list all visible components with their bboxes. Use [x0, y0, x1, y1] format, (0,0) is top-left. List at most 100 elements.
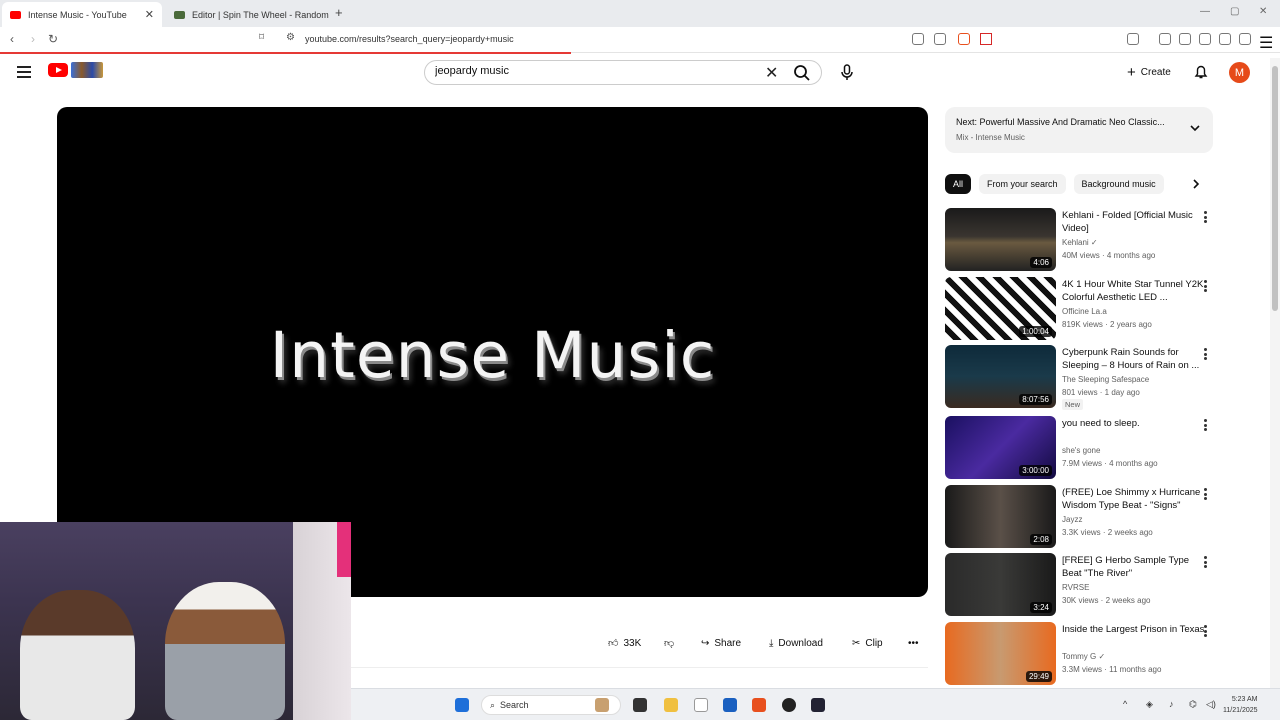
download-button[interactable]: ⤓ Download	[761, 631, 831, 655]
duration-badge: 2:08	[1030, 534, 1052, 545]
recommendation-item[interactable]: 3:00:00 you need to sleep. she's gone 7.9M …	[945, 416, 1220, 479]
address-bar[interactable]: youtube.com/results?search_query=jeopard…	[305, 34, 514, 44]
cast-icon[interactable]	[912, 33, 924, 45]
close-window-icon[interactable]: ✕	[1259, 6, 1267, 17]
bookmark-icon[interactable]: ⌑	[259, 32, 264, 43]
more-vertical-icon[interactable]	[1204, 280, 1208, 292]
video-thumbnail[interactable]: 3:24	[945, 553, 1056, 616]
site-info-icon[interactable]: ⚙	[286, 32, 295, 43]
wallet-icon[interactable]	[1199, 33, 1211, 45]
channel-name[interactable]: Kehlani ✓	[1062, 238, 1098, 247]
network-icon[interactable]: ⌬	[1189, 699, 1197, 710]
avatar[interactable]: M	[1229, 62, 1250, 83]
doodle-logo[interactable]	[71, 62, 103, 78]
more-vertical-icon[interactable]	[1204, 556, 1208, 568]
scrollbar-thumb[interactable]	[1272, 66, 1278, 311]
forward-icon[interactable]: ›	[31, 32, 35, 46]
video-title[interactable]: Cyberpunk Rain Sounds for Sleeping – 8 H…	[1062, 346, 1208, 372]
channel-name[interactable]: RVRSE	[1062, 583, 1089, 592]
more-vertical-icon[interactable]	[1204, 419, 1208, 431]
back-icon[interactable]: ‹	[10, 32, 14, 46]
clear-search-icon[interactable]: ✕	[765, 63, 778, 83]
next-up-panel[interactable]: Next: Powerful Massive And Dramatic Neo …	[945, 107, 1213, 153]
maximize-icon[interactable]: ▢	[1230, 6, 1239, 17]
widgets-icon[interactable]	[595, 698, 609, 712]
video-thumbnail[interactable]: 29:49	[945, 622, 1056, 685]
clock[interactable]: 5:23 AM 11/21/2025	[1223, 694, 1258, 716]
channel-name[interactable]: Jayzz	[1062, 515, 1082, 524]
channel-name[interactable]: Officine La.a	[1062, 307, 1107, 316]
tab-spin-the-wheel[interactable]: Editor | Spin The Wheel - Random Pi	[166, 2, 331, 27]
new-tab-icon[interactable]: +	[335, 5, 343, 20]
recommendation-item[interactable]: 3:24 [FREE] G Herbo Sample Type Beat "The…	[945, 553, 1220, 616]
page-scrollbar[interactable]	[1270, 58, 1280, 688]
extension-icon[interactable]	[1127, 33, 1139, 45]
video-thumbnail[interactable]: 3:00:00	[945, 416, 1056, 479]
obs-icon[interactable]	[782, 698, 796, 712]
chip-all[interactable]: All	[945, 174, 972, 194]
video-thumbnail[interactable]: 8:07:56	[945, 345, 1056, 408]
close-tab-icon[interactable]: ✕	[145, 8, 154, 21]
dislike-button[interactable]: 👎︎	[656, 631, 683, 655]
video-title[interactable]: 4K 1 Hour White Star Tunnel Y2K Colorful…	[1062, 278, 1208, 304]
chevron-down-icon[interactable]	[1189, 122, 1201, 134]
create-button[interactable]: + Create	[1119, 61, 1179, 83]
vpn-icon[interactable]	[1239, 33, 1251, 45]
menu-icon[interactable]: ☰	[1259, 33, 1273, 52]
recommendation-item[interactable]: 2:08 (FREE) Loe Shimmy x Hurricane Wisdom…	[945, 485, 1220, 548]
start-menu-icon[interactable]	[455, 698, 469, 712]
brave-shield-icon[interactable]	[958, 33, 970, 45]
microphone-icon[interactable]	[838, 63, 856, 81]
video-title[interactable]: (FREE) Loe Shimmy x Hurricane Wisdom Typ…	[1062, 486, 1208, 512]
volume-icon[interactable]: ◁)	[1206, 699, 1216, 710]
video-thumbnail[interactable]: 1:00:04	[945, 277, 1056, 340]
store-icon[interactable]	[723, 698, 737, 712]
channel-name[interactable]: The Sleeping Safespace	[1062, 375, 1149, 384]
task-view-icon[interactable]	[633, 698, 647, 712]
app-icon[interactable]	[811, 698, 825, 712]
notepad-icon[interactable]	[694, 698, 708, 712]
like-button[interactable]: 👍︎ 33K	[600, 631, 650, 655]
recommendation-item[interactable]: 29:49 Inside the Largest Prison in Texas T…	[945, 622, 1220, 685]
video-title[interactable]: Inside the Largest Prison in Texas	[1062, 623, 1208, 636]
tray-chevron-up-icon[interactable]: ^	[1123, 699, 1127, 709]
microphone-tray-icon[interactable]: ♪	[1169, 699, 1174, 709]
reload-icon[interactable]: ↻	[48, 32, 58, 46]
music-icon[interactable]	[1159, 33, 1171, 45]
video-thumbnail[interactable]: 4:06	[945, 208, 1056, 271]
share-button[interactable]: ↪ Share	[693, 631, 750, 655]
more-vertical-icon[interactable]	[1204, 488, 1208, 500]
more-vertical-icon[interactable]	[1204, 625, 1208, 637]
recommendation-item[interactable]: 8:07:56 Cyberpunk Rain Sounds for Sleepin…	[945, 345, 1220, 410]
brave-browser-icon[interactable]	[752, 698, 766, 712]
file-explorer-icon[interactable]	[664, 698, 678, 712]
tab-title: Intense Music - YouTube	[28, 9, 127, 20]
more-vertical-icon[interactable]	[1204, 348, 1208, 360]
more-vertical-icon[interactable]	[1204, 211, 1208, 223]
youtube-logo-icon[interactable]	[48, 63, 68, 77]
search-input[interactable]	[435, 65, 755, 77]
tab-intense-music[interactable]: Intense Music - YouTube ✕	[2, 2, 162, 27]
tray-app-icon[interactable]: ◈	[1146, 699, 1153, 710]
video-title[interactable]: [FREE] G Herbo Sample Type Beat "The Riv…	[1062, 554, 1208, 580]
chip-from-your-search[interactable]: From your search	[979, 174, 1066, 194]
clip-button[interactable]: ✂ Clip	[844, 631, 891, 655]
video-title[interactable]: you need to sleep.	[1062, 417, 1208, 430]
minimize-icon[interactable]: —	[1200, 6, 1210, 17]
hamburger-menu-icon[interactable]	[17, 66, 31, 78]
chevron-right-icon[interactable]	[1190, 178, 1202, 190]
brave-rewards-icon[interactable]	[980, 33, 992, 45]
recommendation-item[interactable]: 1:00:04 4K 1 Hour White Star Tunnel Y2K C…	[945, 277, 1220, 340]
leo-icon[interactable]	[1219, 33, 1231, 45]
more-actions-button[interactable]: •••	[900, 631, 927, 655]
search-icon[interactable]	[793, 64, 811, 82]
notifications-bell-icon[interactable]	[1193, 64, 1209, 80]
recommendation-item[interactable]: 4:06 Kehlani - Folded [Official Music Vid…	[945, 208, 1220, 271]
share-page-icon[interactable]	[934, 33, 946, 45]
channel-name[interactable]: she's gone	[1062, 446, 1100, 455]
channel-name[interactable]: Tommy G ✓	[1062, 652, 1105, 661]
sidebar-icon[interactable]	[1179, 33, 1191, 45]
chip-background-music[interactable]: Background music	[1073, 174, 1164, 194]
video-title[interactable]: Kehlani - Folded [Official Music Video]	[1062, 209, 1208, 235]
video-thumbnail[interactable]: 2:08	[945, 485, 1056, 548]
